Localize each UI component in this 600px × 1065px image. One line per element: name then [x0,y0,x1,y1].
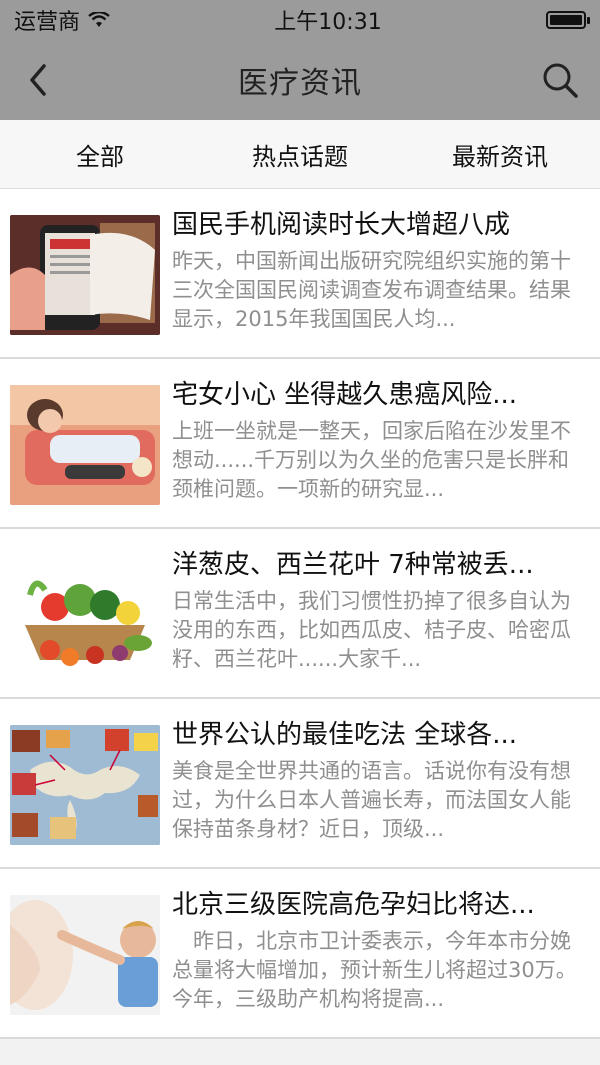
search-button[interactable] [538,58,582,102]
news-content: 洋葱皮、西兰花叶 7种常被丢... 日常生活中，我们习惯性扔掉了很多自认为没用的… [172,550,590,674]
tab-latest-news[interactable]: 最新资讯 [400,120,600,188]
back-button[interactable] [20,58,60,102]
news-summary: 日常生活中，我们习惯性扔掉了很多自认为没用的东西，比如西瓜皮、桔子皮、哈密瓜籽、… [172,589,571,671]
news-title: 国民手机阅读时长大增超八成 [172,210,511,240]
news-title: 洋葱皮、西兰花叶 7种常被丢... [172,550,534,580]
news-thumbnail [10,725,160,845]
search-icon [543,63,578,98]
news-summary: 昨日，北京市卫计委表示，今年本市分娩总量将大幅增加，预计新生儿将超过30万。今年… [172,929,577,1011]
news-thumbnail [10,555,160,675]
status-left: 运营商 [14,4,110,36]
news-title: 宅女小心 坐得越久患癌风险... [172,380,518,410]
news-item[interactable]: 北京三级医院高危孕妇比将达... 昨日，北京市卫计委表示，今年本市分娩总量将大幅… [0,869,600,1039]
carrier-label: 运营商 [14,10,81,35]
page-title: 医疗资讯 [238,66,362,101]
category-tabs: 全部 热点话题 最新资讯 [0,120,600,189]
news-thumbnail [10,215,160,335]
news-item[interactable]: 国民手机阅读时长大增超八成 昨天，中国新闻出版研究院组织实施的第十三次全国国民阅… [0,189,600,359]
tab-hot-topics[interactable]: 热点话题 [200,120,400,188]
news-content: 北京三级医院高危孕妇比将达... 昨日，北京市卫计委表示，今年本市分娩总量将大幅… [172,890,590,1014]
news-item[interactable]: 洋葱皮、西兰花叶 7种常被丢... 日常生活中，我们习惯性扔掉了很多自认为没用的… [0,529,600,699]
news-item[interactable]: 世界公认的最佳吃法 全球各... 美食是全世界共通的语言。话说你有没有想过，为什… [0,699,600,869]
chevron-left-icon [30,64,46,96]
news-content: 宅女小心 坐得越久患癌风险... 上班一坐就是一整天，回家后陷在沙发里不想动..… [172,380,590,504]
news-content: 国民手机阅读时长大增超八成 昨天，中国新闻出版研究院组织实施的第十三次全国国民阅… [172,210,590,334]
news-thumbnail [10,895,160,1015]
news-summary: 昨天，中国新闻出版研究院组织实施的第十三次全国国民阅读调查发布调查结果。结果显示… [172,249,571,331]
top-bar: 运营商 上午10:31 医疗资讯 [0,0,600,120]
battery-icon [545,11,590,29]
news-list: 国民手机阅读时长大增超八成 昨天，中国新闻出版研究院组织实施的第十三次全国国民阅… [0,189,600,1039]
news-thumbnail [10,385,160,505]
news-content: 世界公认的最佳吃法 全球各... 美食是全世界共通的语言。话说你有没有想过，为什… [172,720,590,844]
news-summary: 美食是全世界共通的语言。话说你有没有想过，为什么日本人普遍长寿，而法国女人能保持… [172,759,571,841]
tab-all[interactable]: 全部 [0,120,200,188]
nav-header: 医疗资讯 [0,40,600,120]
news-summary: 上班一坐就是一整天，回家后陷在沙发里不想动......千万别以为久坐的危害只是长… [172,419,571,501]
news-item[interactable]: 宅女小心 坐得越久患癌风险... 上班一坐就是一整天，回家后陷在沙发里不想动..… [0,359,600,529]
news-title: 北京三级医院高危孕妇比将达... [172,890,535,920]
clock-label: 上午10:31 [274,10,382,35]
wifi-icon [88,12,110,28]
status-bar: 运营商 上午10:31 [0,0,600,40]
news-title: 世界公认的最佳吃法 全球各... [172,720,518,750]
